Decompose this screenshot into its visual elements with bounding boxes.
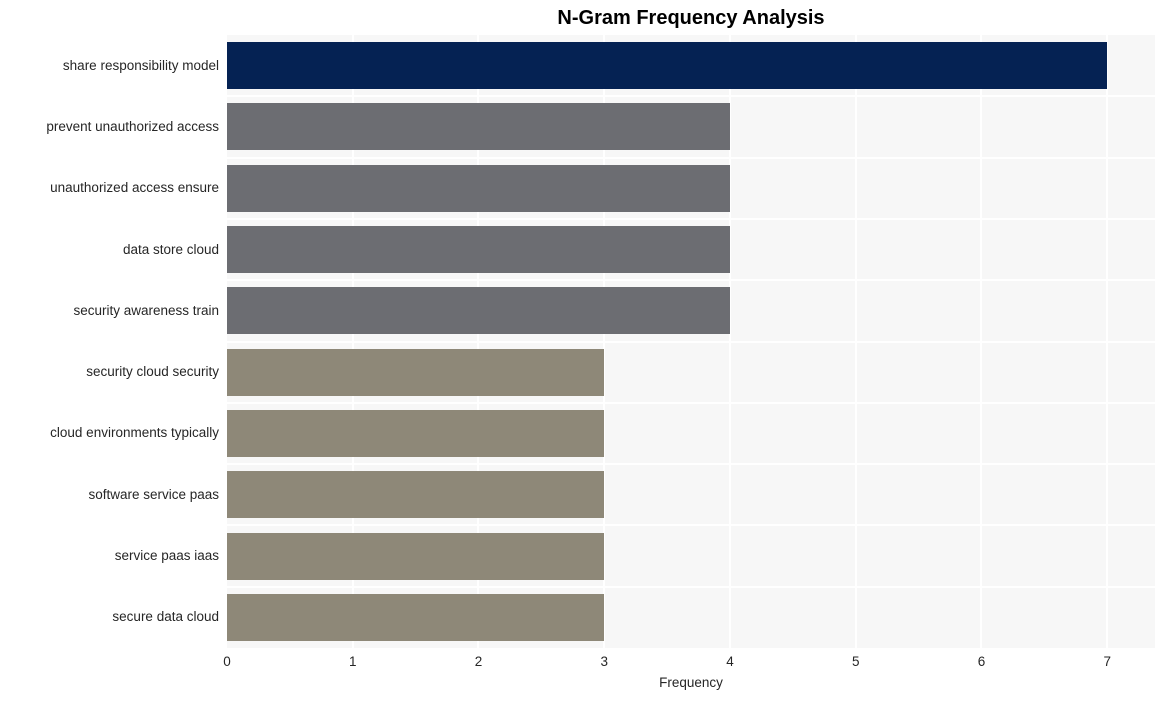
x-axis-tick-label: 7 xyxy=(1103,654,1111,669)
bar[interactable] xyxy=(227,593,605,641)
gridline-horizontal xyxy=(227,524,1155,527)
bar[interactable] xyxy=(227,348,605,396)
y-axis-tick-label: share responsibility model xyxy=(62,57,219,73)
bar[interactable] xyxy=(227,287,730,335)
gridline-horizontal xyxy=(227,156,1155,159)
x-axis-tick-label: 2 xyxy=(474,654,483,669)
y-axis-tick-labels: share responsibility model prevent unauth… xyxy=(0,35,219,648)
gridline-horizontal xyxy=(227,401,1155,404)
y-axis-tick-label: service paas iaas xyxy=(114,548,219,564)
gridline-horizontal xyxy=(227,585,1155,588)
gridline-horizontal xyxy=(227,95,1155,98)
bar[interactable] xyxy=(227,471,605,519)
y-axis-tick-label: software service paas xyxy=(88,486,219,502)
chart-figure: N-Gram Frequency Analysis share responsi… xyxy=(0,0,1167,701)
plot-area xyxy=(227,35,1155,648)
x-axis-tick-label: 5 xyxy=(851,654,860,669)
y-axis-tick-label: cloud environments typically xyxy=(50,425,219,441)
y-axis-tick-label: prevent unauthorized access xyxy=(46,118,219,134)
x-axis-tick-label: 4 xyxy=(726,654,734,669)
bar[interactable] xyxy=(227,226,730,274)
bar[interactable] xyxy=(227,532,605,580)
x-axis-tick-label: 3 xyxy=(600,654,608,669)
x-axis-tick-labels: 0 1 2 3 4 5 6 7 xyxy=(223,648,1155,678)
chart-title: N-Gram Frequency Analysis xyxy=(557,7,825,29)
x-axis-title: Frequency xyxy=(659,675,723,690)
gridline-horizontal xyxy=(227,340,1155,343)
x-axis-tick-label: 6 xyxy=(977,654,986,669)
bar[interactable] xyxy=(227,164,730,212)
y-axis-tick-label: unauthorized access ensure xyxy=(50,180,219,196)
bar[interactable] xyxy=(227,409,605,457)
gridline-horizontal xyxy=(227,279,1155,282)
x-axis-tick-label: 1 xyxy=(348,654,357,669)
bar[interactable] xyxy=(227,42,1108,90)
y-axis-tick-label: security awareness train xyxy=(73,302,219,318)
x-axis-tick-label: 0 xyxy=(223,654,231,669)
gridline-horizontal xyxy=(227,217,1155,220)
gridline-horizontal xyxy=(227,463,1155,466)
bar[interactable] xyxy=(227,103,730,151)
y-axis-tick-label: data store cloud xyxy=(122,241,219,257)
y-axis-tick-label: secure data cloud xyxy=(112,609,219,625)
y-axis-tick-label: security cloud security xyxy=(86,364,219,380)
